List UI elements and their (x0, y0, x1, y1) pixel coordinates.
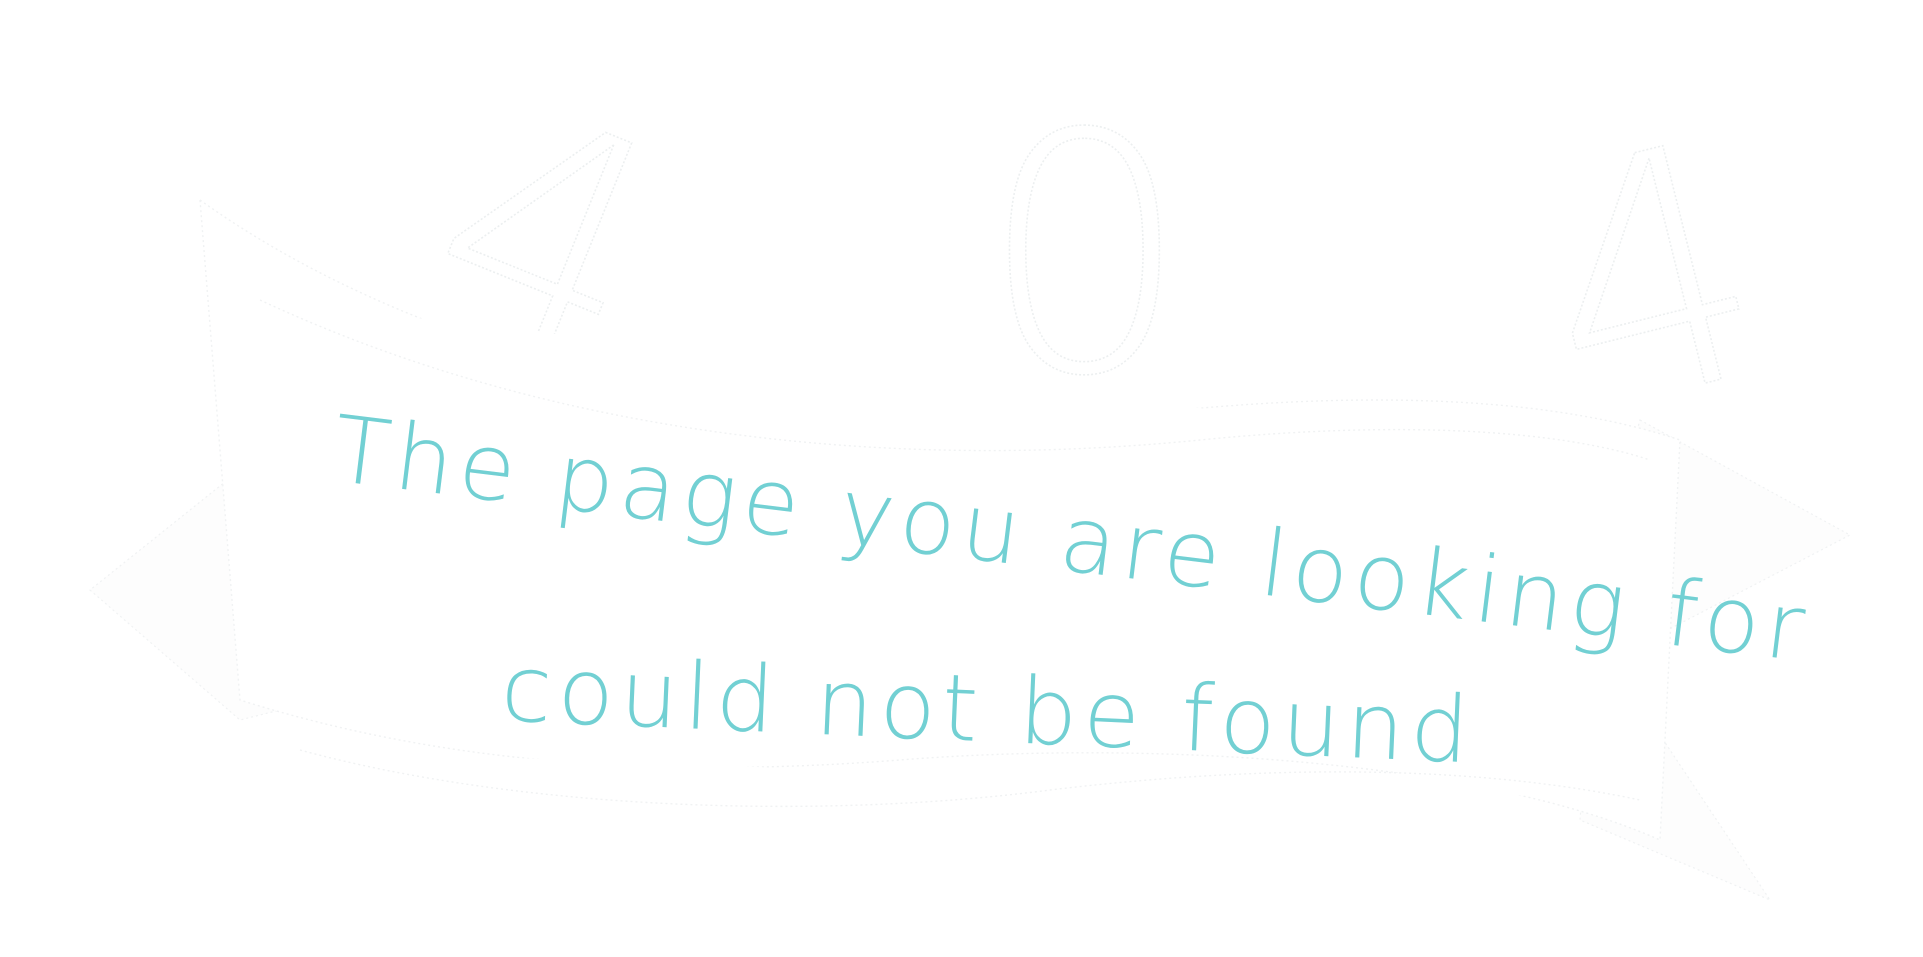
error-404-illustration: 4 0 4 The page you are looking for could… (89, 30, 1852, 902)
